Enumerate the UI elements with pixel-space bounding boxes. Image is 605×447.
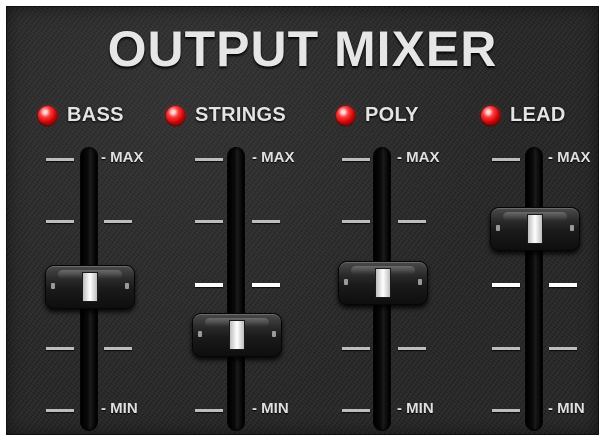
- screw-icon: [272, 331, 276, 337]
- channel-label: LEAD: [510, 103, 566, 126]
- scale-tick-active: [549, 283, 577, 287]
- scale-tick: [252, 220, 280, 223]
- led-indicator-icon: [336, 105, 355, 125]
- scale-tick: [492, 347, 520, 350]
- knob-grip: [376, 269, 390, 297]
- scale-tick: [195, 220, 223, 223]
- min-label: - MIN: [397, 400, 434, 417]
- scale-tick: [492, 158, 520, 161]
- scale-tick: [342, 158, 370, 161]
- screw-icon: [51, 283, 55, 289]
- screw-icon: [418, 279, 422, 285]
- fader-knob-icon[interactable]: [338, 261, 428, 305]
- fader-track[interactable]: [228, 148, 244, 430]
- fader-knob-icon[interactable]: [490, 207, 580, 251]
- screw-icon: [496, 225, 500, 231]
- channel-lead: LEAD - MAX - MIN: [448, 6, 598, 447]
- scale-tick: [398, 220, 426, 223]
- channel-label: POLY: [365, 103, 419, 126]
- max-label: - MAX: [252, 149, 295, 166]
- scale-tick: [398, 347, 426, 350]
- scale-tick-active: [195, 283, 223, 287]
- screw-icon: [570, 225, 574, 231]
- scale-tick: [342, 409, 370, 412]
- scale-tick: [46, 220, 74, 223]
- scale-tick: [342, 220, 370, 223]
- channel-header: STRINGS: [166, 102, 286, 128]
- output-mixer-panel: OUTPUT MIXER BASS - MAX - MIN STRINGS - …: [6, 6, 599, 435]
- channel-label: BASS: [67, 103, 124, 126]
- knob-grip: [528, 215, 542, 243]
- led-indicator-icon: [166, 105, 185, 125]
- channel-bass: BASS - MAX - MIN: [6, 6, 156, 447]
- min-label: - MIN: [101, 400, 138, 417]
- scale-tick-active: [252, 283, 280, 287]
- max-label: - MAX: [101, 149, 144, 166]
- scale-tick: [492, 409, 520, 412]
- min-label: - MIN: [548, 400, 585, 417]
- fader-track[interactable]: [526, 148, 542, 430]
- scale-tick: [46, 158, 74, 161]
- scale-tick: [549, 347, 577, 350]
- channel-label: STRINGS: [195, 103, 286, 126]
- screw-icon: [344, 279, 348, 285]
- channel-header: POLY: [336, 102, 419, 128]
- channel-header: BASS: [38, 102, 124, 128]
- channel-poly: POLY - MAX - MIN: [302, 6, 452, 447]
- channel-strings: STRINGS - MAX - MIN: [154, 6, 304, 447]
- screw-icon: [198, 331, 202, 337]
- scale-tick: [342, 347, 370, 350]
- scale-tick: [195, 158, 223, 161]
- channel-header: LEAD: [481, 102, 566, 128]
- scale-tick: [104, 347, 132, 350]
- max-label: - MAX: [548, 149, 591, 166]
- knob-grip: [230, 321, 244, 349]
- scale-tick: [46, 409, 74, 412]
- led-indicator-icon: [38, 105, 57, 125]
- fader-knob-icon[interactable]: [192, 313, 282, 357]
- min-label: - MIN: [252, 400, 289, 417]
- scale-tick-active: [492, 283, 520, 287]
- max-label: - MAX: [397, 149, 440, 166]
- screw-icon: [125, 283, 129, 289]
- scale-tick: [195, 409, 223, 412]
- knob-grip: [83, 273, 97, 301]
- scale-tick: [104, 220, 132, 223]
- scale-tick: [46, 347, 74, 350]
- led-indicator-icon: [481, 105, 500, 125]
- fader-knob-icon[interactable]: [45, 265, 135, 309]
